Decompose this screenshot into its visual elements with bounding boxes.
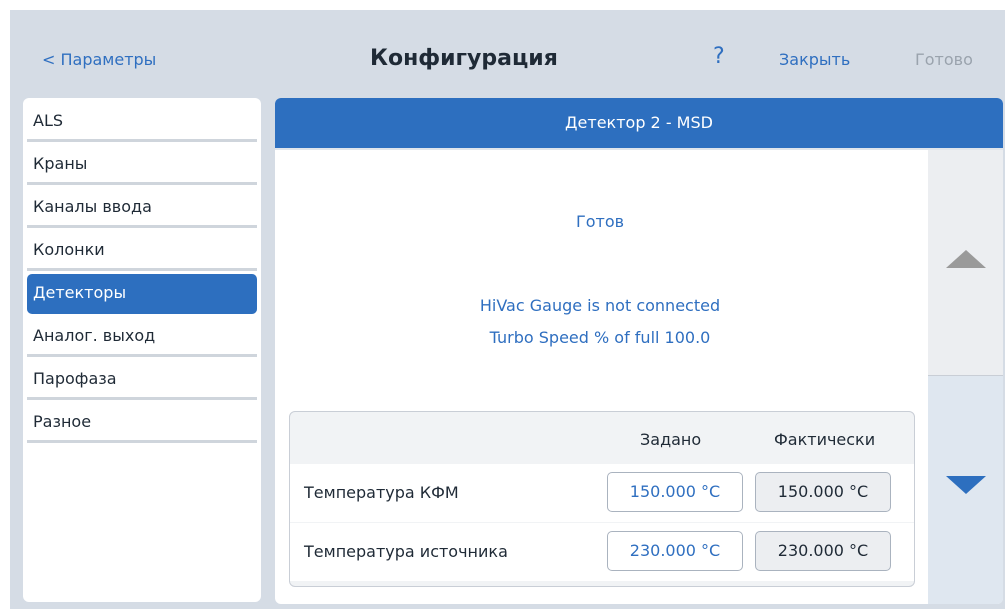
triangle-down-icon[interactable] <box>946 476 986 494</box>
sidebar-item-inlets[interactable]: Каналы ввода <box>27 188 257 228</box>
sidebar: ALS Краны Каналы ввода Колонки Детекторы… <box>23 98 261 602</box>
scroll-up-button[interactable] <box>928 150 1003 376</box>
sidebar-item-misc[interactable]: Разное <box>27 403 257 443</box>
setpoint-input[interactable]: 150.000 °C <box>607 472 743 512</box>
table-row: Температура КФМ 150.000 °C 150.000 °C <box>290 464 914 522</box>
status-text: Готов <box>575 212 625 231</box>
status-message: Turbo Speed % of full 100.0 <box>489 328 711 347</box>
app-frame: < Параметры Конфигурация ? Закрыть Готов… <box>10 10 1005 609</box>
detector-panel: Детектор 2 - MSD Готов HiVac Gauge is no… <box>275 98 1003 604</box>
column-header-actual: Фактически <box>774 430 876 449</box>
scroll-column <box>928 150 1003 604</box>
row-label: Температура источника <box>304 542 508 561</box>
help-button[interactable]: ? <box>713 44 725 69</box>
actual-value: 150.000 °C <box>755 472 891 512</box>
actual-value: 230.000 °C <box>755 531 891 571</box>
triangle-up-icon[interactable] <box>946 250 986 268</box>
scroll-down-button[interactable] <box>928 376 1003 604</box>
row-label: Температура КФМ <box>304 483 459 502</box>
sidebar-item-analog-out[interactable]: Аналог. выход <box>27 317 257 357</box>
sidebar-item-columns[interactable]: Колонки <box>27 231 257 271</box>
status-message: HiVac Gauge is not connected <box>479 296 721 315</box>
page-title: Конфигурация <box>370 46 558 71</box>
back-button[interactable]: < Параметры <box>42 50 156 69</box>
done-button: Готово <box>915 50 973 69</box>
sidebar-item-als[interactable]: ALS <box>27 102 257 142</box>
panel-title: Детектор 2 - MSD <box>275 98 1003 150</box>
sidebar-item-headspace[interactable]: Парофаза <box>27 360 257 400</box>
close-button[interactable]: Закрыть <box>779 50 850 69</box>
table-row: Температура источника 230.000 °C 230.000… <box>290 523 914 581</box>
header-bar: < Параметры Конфигурация ? Закрыть Готов… <box>10 10 1005 100</box>
temperature-table: Задано Фактически Температура КФМ 150.00… <box>289 411 915 587</box>
column-header-setpoint: Задано <box>640 430 702 449</box>
setpoint-input[interactable]: 230.000 °C <box>607 531 743 571</box>
sidebar-item-detectors[interactable]: Детекторы <box>27 274 257 314</box>
sidebar-item-valves[interactable]: Краны <box>27 145 257 185</box>
